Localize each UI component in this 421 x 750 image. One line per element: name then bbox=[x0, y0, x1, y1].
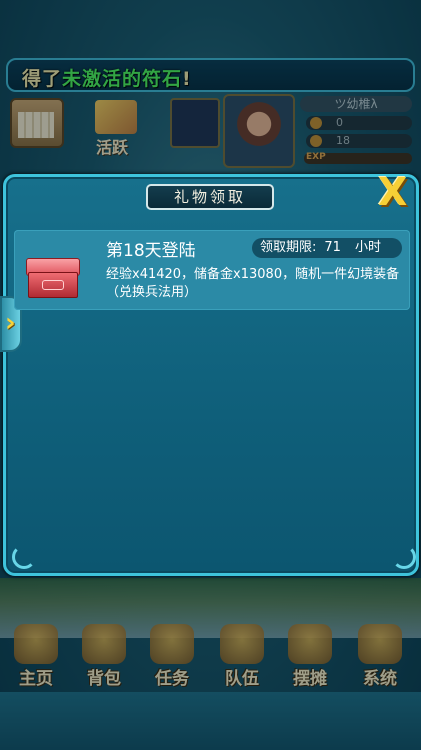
treasure-chest-icon bbox=[26, 258, 80, 298]
dialog-title: 礼物领取 bbox=[146, 184, 274, 210]
deadline-label: 领取期限: bbox=[260, 240, 317, 255]
corner-ornament-bl bbox=[12, 545, 36, 569]
gift-description: 经验x41420，储备金x13080，随机一件幻境装备（兑换兵法用） bbox=[106, 267, 400, 300]
chevron-right-icon: › bbox=[5, 308, 16, 338]
deadline-value: 71 bbox=[324, 240, 341, 255]
gift-item-row[interactable]: 第18天登陆 领取期限: 71 小时 经验x41420，储备金x13080，随机一件… bbox=[14, 230, 410, 310]
deadline-badge: 领取期限: 71 小时 bbox=[252, 238, 402, 258]
close-icon: X bbox=[378, 170, 408, 214]
corner-ornament-br bbox=[392, 545, 416, 569]
deadline-unit: 小时 bbox=[354, 240, 381, 255]
gift-title: 第18天登陆 bbox=[106, 241, 196, 261]
close-button[interactable]: X bbox=[378, 170, 414, 214]
